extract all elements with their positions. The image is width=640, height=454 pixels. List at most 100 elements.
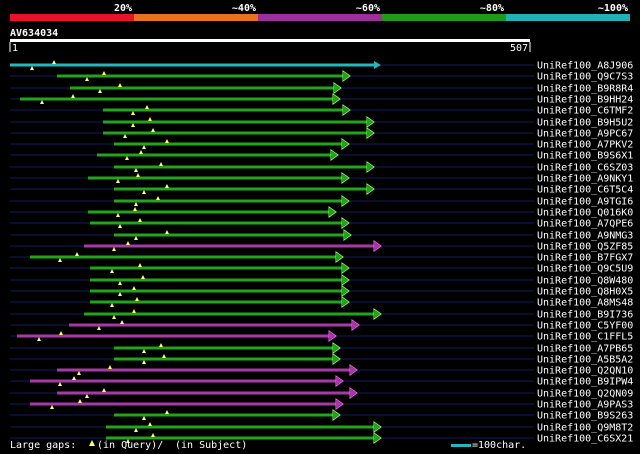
hit-bar[interactable]	[97, 153, 332, 157]
hit-bar[interactable]	[114, 199, 343, 203]
hit-bar[interactable]	[90, 266, 343, 270]
hit-row-uniref100-b9s263[interactable]: UniRef100_B9S263	[10, 409, 633, 422]
hit-bar[interactable]	[84, 312, 375, 316]
hit-row-uniref100-c6sz03[interactable]: UniRef100_C6SZ03	[10, 161, 633, 174]
hit-row-uniref100-q8h0x5[interactable]: UniRef100_Q8H0X5	[10, 285, 633, 298]
hit-label[interactable]: UniRef100_Q2QN10	[537, 366, 633, 377]
hit-row-uniref100-b7fgx7[interactable]: UniRef100_B7FGX7	[10, 251, 633, 264]
hit-row-uniref100-a9tgi6[interactable]: UniRef100_A9TGI6	[10, 195, 633, 208]
hit-label[interactable]: UniRef100_Q9C5U9	[537, 264, 633, 275]
hit-bar[interactable]	[114, 357, 334, 361]
hit-label[interactable]: UniRef100_B9HH24	[537, 95, 633, 106]
hit-bar[interactable]	[57, 74, 344, 78]
hit-label[interactable]: UniRef100_Q8H0X5	[537, 287, 633, 298]
hit-bar[interactable]	[106, 425, 375, 429]
hit-row-uniref100-a9nky1[interactable]: UniRef100_A9NKY1	[10, 172, 633, 185]
hit-label[interactable]: UniRef100_A9PC67	[537, 129, 633, 140]
hit-bar[interactable]	[20, 97, 334, 101]
hit-bar[interactable]	[114, 346, 334, 350]
hit-label[interactable]: UniRef100_B9S263	[537, 411, 633, 422]
hit-bar[interactable]	[57, 391, 351, 395]
hit-row-uniref100-c1ffl5[interactable]: UniRef100_C1FFL5	[10, 330, 633, 343]
hit-row-uniref100-a8ms48[interactable]: UniRef100_A8MS48	[10, 296, 633, 309]
hit-row-uniref100-b9h5u2[interactable]: UniRef100_B9H5U2	[10, 116, 633, 129]
hit-label[interactable]: UniRef100_A5B5A2	[537, 355, 633, 366]
hit-label[interactable]: UniRef100_A7QPE6	[537, 219, 633, 230]
hit-label[interactable]: UniRef100_A8MS48	[537, 298, 633, 309]
hit-row-uniref100-b9i736[interactable]: UniRef100_B9I736	[10, 308, 633, 321]
hit-bar[interactable]	[103, 131, 368, 135]
hit-bar[interactable]	[70, 86, 335, 90]
hit-label[interactable]: UniRef100_B9H5U2	[537, 118, 633, 129]
hit-label[interactable]: UniRef100_C6SX21	[537, 434, 633, 445]
hit-label[interactable]: UniRef100_C5YF00	[537, 321, 633, 332]
identity-scale: 20% ~40% ~60% ~80% ~100%	[10, 3, 630, 21]
hit-label[interactable]: UniRef100_A9NKY1	[537, 174, 633, 185]
hit-label[interactable]: UniRef100_A7PKV2	[537, 140, 633, 151]
hit-bar[interactable]	[10, 63, 375, 67]
hit-row-uniref100-a7pkv2[interactable]: UniRef100_A7PKV2	[10, 138, 633, 151]
hit-row-uniref100-b9hh24[interactable]: UniRef100_B9HH24	[10, 93, 633, 106]
hit-bar[interactable]	[17, 334, 330, 338]
hit-bar[interactable]	[114, 165, 368, 169]
hit-bar[interactable]	[114, 142, 343, 146]
hit-bar[interactable]	[103, 108, 344, 112]
hit-bar[interactable]	[57, 368, 351, 372]
hit-bar[interactable]	[30, 379, 337, 383]
hit-row-uniref100-a9pc67[interactable]: UniRef100_A9PC67	[10, 127, 633, 140]
hit-label[interactable]: UniRef100_Q8W480	[537, 276, 633, 287]
hit-label[interactable]: UniRef100_C1FFL5	[537, 332, 633, 343]
hit-row-uniref100-a7qpe6[interactable]: UniRef100_A7QPE6	[10, 217, 633, 230]
hit-row-uniref100-a9pas3[interactable]: UniRef100_A9PAS3	[10, 398, 633, 411]
hit-bar[interactable]	[90, 221, 343, 225]
hit-label[interactable]: UniRef100_B9R8R4	[537, 84, 633, 95]
hit-label[interactable]: UniRef100_Q016K0	[537, 208, 633, 219]
hit-label[interactable]: UniRef100_A9NMG3	[537, 231, 633, 242]
hit-label[interactable]: UniRef100_A7PB65	[537, 344, 633, 355]
hit-label[interactable]: UniRef100_B7FGX7	[537, 253, 633, 264]
hit-label[interactable]: UniRef100_A9PAS3	[537, 400, 633, 411]
hit-row-uniref100-c6t5c4[interactable]: UniRef100_C6T5C4	[10, 183, 633, 196]
hit-row-uniref100-a9nmg3[interactable]: UniRef100_A9NMG3	[10, 229, 633, 242]
hit-label[interactable]: UniRef100_C6TMF2	[537, 106, 633, 117]
hit-row-uniref100-a7pb65[interactable]: UniRef100_A7PB65	[10, 342, 633, 355]
hit-label[interactable]: UniRef100_B9IPW4	[537, 377, 633, 388]
hit-label[interactable]: UniRef100_Q5ZF85	[537, 242, 633, 253]
hit-row-uniref100-c5yf00[interactable]: UniRef100_C5YF00	[10, 319, 633, 332]
hit-row-uniref100-q016k0[interactable]: UniRef100_Q016K0	[10, 206, 633, 219]
hit-row-uniref100-b9r8r4[interactable]: UniRef100_B9R8R4	[10, 82, 633, 95]
hit-label[interactable]: UniRef100_B9S6X1	[537, 151, 633, 162]
hit-bar[interactable]	[90, 289, 343, 293]
hit-bar[interactable]	[30, 402, 337, 406]
hit-label[interactable]: UniRef100_C6SZ03	[537, 163, 633, 174]
query-gap-marker-icon	[89, 440, 95, 446]
hit-row-uniref100-b9s6x1[interactable]: UniRef100_B9S6X1	[10, 149, 633, 162]
hit-bar[interactable]	[103, 120, 368, 124]
hit-label[interactable]: UniRef100_A9TGI6	[537, 197, 633, 208]
hit-bar[interactable]	[114, 233, 345, 237]
hit-row-uniref100-q9c7s3[interactable]: UniRef100_Q9C7S3	[10, 70, 633, 83]
hit-row-uniref100-q9c5u9[interactable]: UniRef100_Q9C5U9	[10, 262, 633, 275]
hit-bar[interactable]	[88, 176, 343, 180]
hit-row-uniref100-q5zf85[interactable]: UniRef100_Q5ZF85	[10, 240, 633, 253]
hit-bar[interactable]	[90, 300, 343, 304]
hit-row-uniref100-a8j906[interactable]: UniRef100_A8J906	[10, 60, 633, 72]
hit-row-uniref100-q8w480[interactable]: UniRef100_Q8W480	[10, 274, 633, 287]
hit-label[interactable]: UniRef100_A8J906	[537, 61, 633, 72]
hit-row-uniref100-c6tmf2[interactable]: UniRef100_C6TMF2	[10, 104, 633, 117]
hit-label[interactable]: UniRef100_Q9C7S3	[537, 72, 633, 83]
hit-row-uniref100-b9ipw4[interactable]: UniRef100_B9IPW4	[10, 375, 633, 388]
hit-bar[interactable]	[88, 210, 330, 214]
hit-row-uniref100-q9m8t2[interactable]: UniRef100_Q9M8T2	[10, 421, 633, 434]
hit-bar[interactable]	[69, 323, 353, 327]
hit-bar[interactable]	[114, 187, 368, 191]
hit-bar[interactable]	[114, 413, 334, 417]
hit-label[interactable]: UniRef100_C6T5C4	[537, 185, 633, 196]
hit-label[interactable]: UniRef100_B9I736	[537, 310, 633, 321]
hit-row-uniref100-q2qn10[interactable]: UniRef100_Q2QN10	[10, 364, 633, 377]
hit-label[interactable]: UniRef100_Q9M8T2	[537, 423, 633, 434]
hit-row-uniref100-q2qn09[interactable]: UniRef100_Q2QN09	[10, 387, 633, 400]
hit-bar[interactable]	[90, 278, 343, 282]
hit-label[interactable]: UniRef100_Q2QN09	[537, 389, 633, 400]
hit-row-uniref100-a5b5a2[interactable]: UniRef100_A5B5A2	[10, 353, 633, 366]
